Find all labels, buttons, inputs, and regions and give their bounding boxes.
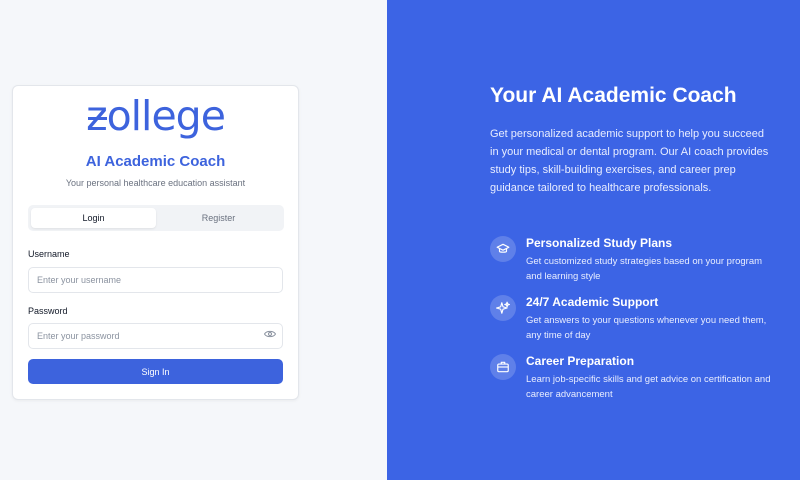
feature-item: 24/7 Academic Support Get answers to you… (490, 295, 780, 345)
graduation-cap-icon (490, 236, 516, 262)
tab-login[interactable]: Login (31, 208, 156, 228)
app-subtitle: Your personal healthcare education assis… (65, 178, 246, 188)
password-label: Password (28, 306, 68, 316)
logo-strike-mark (88, 117, 108, 120)
feature-item: Personalized Study Plans Get customized … (490, 236, 780, 286)
feature-description: Get customized study strategies based on… (526, 256, 763, 282)
password-input[interactable] (28, 323, 283, 349)
feature-description: Learn job-specific skills and get advice… (526, 374, 771, 400)
briefcase-icon (490, 354, 516, 380)
login-card: zollege AI Academic Coach Your personal … (12, 85, 299, 400)
feature-title: Personalized Study Plans (526, 236, 673, 250)
logo-wordmark: zollege (86, 92, 226, 140)
tab-register[interactable]: Register (156, 208, 281, 228)
app-title: AI Academic Coach (85, 153, 226, 170)
feature-title: 24/7 Academic Support (526, 295, 659, 309)
sparkles-icon (490, 295, 516, 321)
username-label: Username (28, 249, 70, 259)
sign-in-button[interactable]: Sign In (28, 359, 283, 384)
brand-logo: zollege (13, 92, 298, 140)
username-input[interactable] (28, 267, 283, 293)
feature-item: Career Preparation Learn job-specific sk… (490, 354, 780, 404)
feature-title: Career Preparation (526, 354, 635, 368)
hero-description: Get personalized academic support to hel… (490, 128, 769, 194)
auth-tabs: Login Register (28, 205, 284, 231)
feature-description: Get answers to your questions whenever y… (526, 315, 767, 341)
hero-panel: Your AI Academic Coach Get personalized … (387, 0, 800, 480)
hero-title: Your AI Academic Coach (490, 84, 737, 107)
login-panel: zollege AI Academic Coach Your personal … (0, 0, 387, 480)
show-password-eye-icon[interactable] (264, 330, 276, 338)
